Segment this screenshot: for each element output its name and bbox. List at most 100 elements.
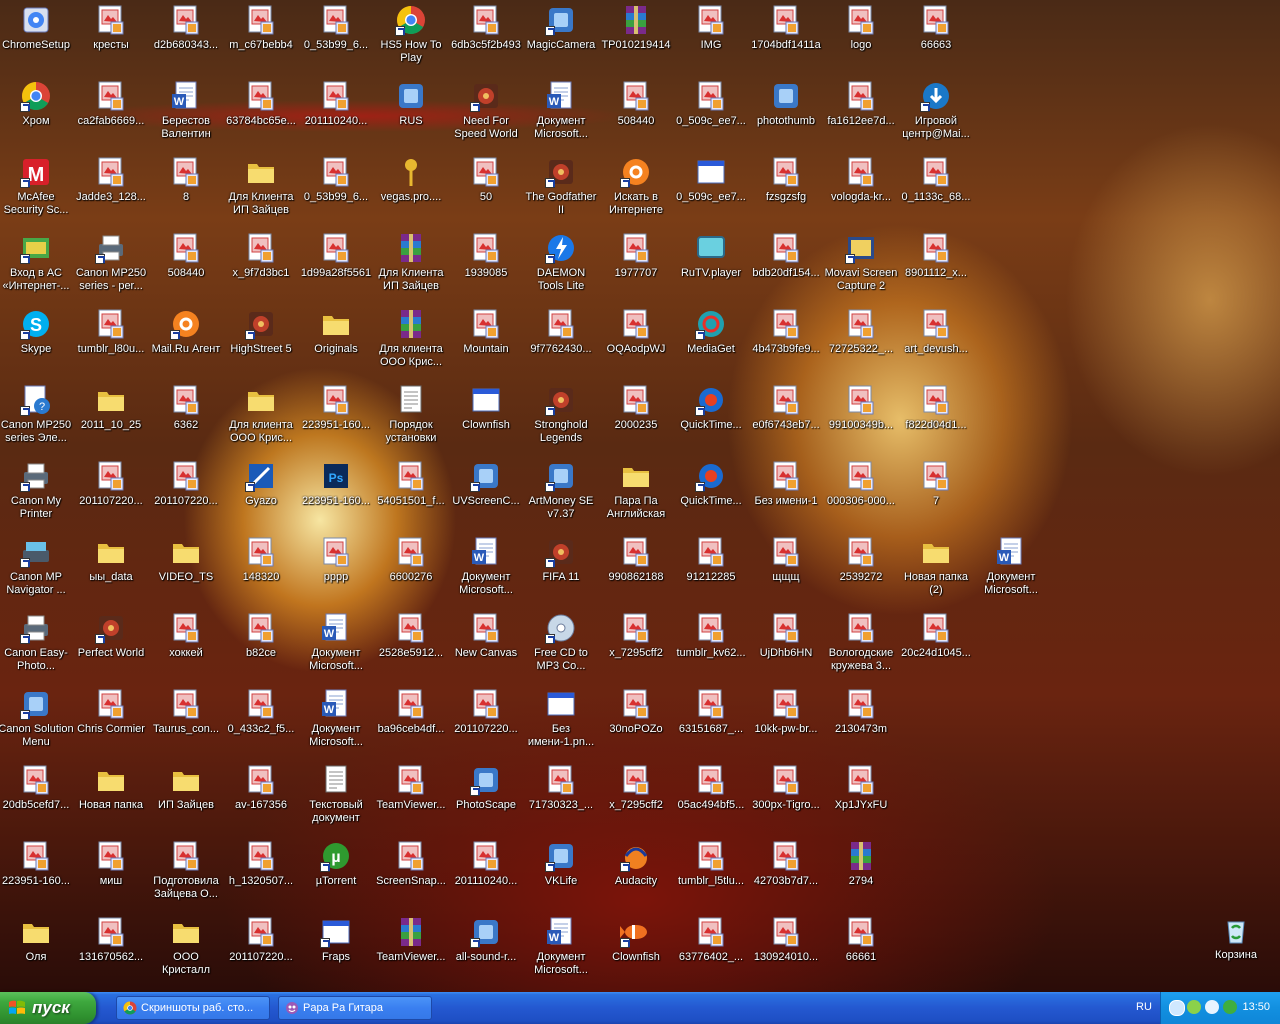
desktop-icon[interactable]: миш bbox=[73, 838, 149, 910]
desktop-icon[interactable]: 20db5cefd7... bbox=[0, 762, 74, 834]
desktop-icon[interactable]: x_9f7d3bc1 bbox=[223, 230, 299, 302]
desktop-icon[interactable]: W Документ Microsoft... bbox=[298, 686, 374, 758]
desktop-icon[interactable]: Вологодские кружева 3... bbox=[823, 610, 899, 682]
desktop-icon[interactable]: ыы_data bbox=[73, 534, 149, 606]
desktop-icon[interactable]: The Godfather II bbox=[523, 154, 599, 226]
desktop-icon[interactable]: Искать в Интернете bbox=[598, 154, 674, 226]
desktop-icon[interactable]: W Документ Microsoft... bbox=[973, 534, 1049, 606]
desktop-icon[interactable]: 201107220... bbox=[148, 458, 224, 530]
desktop-icon[interactable]: HighStreet 5 bbox=[223, 306, 299, 378]
desktop-icon[interactable]: 8901112_x... bbox=[898, 230, 974, 302]
desktop-icon[interactable]: ООО Кристалл bbox=[148, 914, 224, 986]
tray-icon-agent[interactable] bbox=[1223, 1000, 1237, 1014]
desktop-icon[interactable]: 508440 bbox=[598, 78, 674, 150]
desktop-icon[interactable]: 91212285 bbox=[673, 534, 749, 606]
desktop-icon[interactable]: Jadde3_128... bbox=[73, 154, 149, 226]
desktop-icon[interactable]: MediaGet bbox=[673, 306, 749, 378]
desktop-icon[interactable]: 63784bc65e... bbox=[223, 78, 299, 150]
desktop-icon[interactable]: 10kk-pw-br... bbox=[748, 686, 824, 758]
desktop-icon[interactable]: logo bbox=[823, 2, 899, 74]
desktop-icon[interactable]: Stronghold Legends bbox=[523, 382, 599, 454]
desktop-icon[interactable]: 1d99a28f5561 bbox=[298, 230, 374, 302]
desktop-icon[interactable]: Пара Па Английская bbox=[598, 458, 674, 530]
desktop-icon[interactable]: TeamViewer... bbox=[373, 914, 449, 986]
desktop-icon[interactable]: Canon MP Navigator ... bbox=[0, 534, 74, 606]
desktop-icon[interactable]: Free CD to MP3 Co... bbox=[523, 610, 599, 682]
desktop-icon[interactable]: Порядок установки bbox=[373, 382, 449, 454]
desktop[interactable]: ChromeSetup Хром M McAfee Security Sc... Вхо… bbox=[0, 0, 1280, 992]
desktop-icon[interactable]: Текстовый документ bbox=[298, 762, 374, 834]
desktop-icon[interactable]: Clownfish bbox=[598, 914, 674, 986]
desktop-icon[interactable]: 7 bbox=[898, 458, 974, 530]
desktop-icon[interactable]: Новая папка bbox=[73, 762, 149, 834]
desktop-icon[interactable]: Canon My Printer bbox=[0, 458, 74, 530]
desktop-icon[interactable]: 201107220... bbox=[223, 914, 299, 986]
desktop-icon[interactable]: x_7295cff2 bbox=[598, 762, 674, 834]
taskbar-item-chrome[interactable]: Скриншоты раб. сто... bbox=[116, 996, 270, 1020]
desktop-icon[interactable]: Вход в АС «Интернет-... bbox=[0, 230, 74, 302]
desktop-icon[interactable]: Fraps bbox=[298, 914, 374, 986]
desktop-icon[interactable]: 0_53b99_6... bbox=[298, 154, 374, 226]
desktop-icon[interactable]: 201107220... bbox=[73, 458, 149, 530]
desktop-icon[interactable]: Canon Solution Menu bbox=[0, 686, 74, 758]
desktop-icon[interactable]: 6db3c5f2b493 bbox=[448, 2, 524, 74]
desktop-icon[interactable]: 000306-000... bbox=[823, 458, 899, 530]
desktop-icon[interactable]: tumblr_kv62... bbox=[673, 610, 749, 682]
desktop-icon[interactable]: Audacity bbox=[598, 838, 674, 910]
tray-icon-antivirus[interactable] bbox=[1187, 1000, 1201, 1014]
desktop-icon[interactable]: 6600276 bbox=[373, 534, 449, 606]
desktop-icon[interactable]: Canon Easy-Photo... bbox=[0, 610, 74, 682]
desktop-icon[interactable]: h_1320507... bbox=[223, 838, 299, 910]
desktop-icon[interactable]: S Skype bbox=[0, 306, 74, 378]
desktop-icon[interactable]: ? Canon MP250 series Эле... bbox=[0, 382, 74, 454]
desktop-icon[interactable]: PhotoScape bbox=[448, 762, 524, 834]
desktop-icon[interactable]: 223951-160... bbox=[298, 382, 374, 454]
desktop-icon[interactable]: 1939085 bbox=[448, 230, 524, 302]
desktop-icon[interactable]: Movavi Screen Capture 2 bbox=[823, 230, 899, 302]
desktop-icon[interactable]: HS5 How To Play bbox=[373, 2, 449, 74]
desktop-icon[interactable]: 99100349b... bbox=[823, 382, 899, 454]
desktop-icon[interactable]: 72725322_... bbox=[823, 306, 899, 378]
desktop-icon[interactable]: кресты bbox=[73, 2, 149, 74]
desktop-icon[interactable]: 42703b7d7... bbox=[748, 838, 824, 910]
desktop-icon[interactable]: x_7295cff2 bbox=[598, 610, 674, 682]
desktop-icon[interactable]: Для Клиента ИП Зайцев bbox=[373, 230, 449, 302]
desktop-icon[interactable]: ScreenSnap... bbox=[373, 838, 449, 910]
desktop-icon[interactable]: d2b680343... bbox=[148, 2, 224, 74]
desktop-icon[interactable]: av-167356 bbox=[223, 762, 299, 834]
desktop-icon[interactable]: 05ac494bf5... bbox=[673, 762, 749, 834]
desktop-icon[interactable]: RUS bbox=[373, 78, 449, 150]
desktop-icon[interactable]: 0_509c_ee7... bbox=[673, 78, 749, 150]
desktop-icon[interactable]: f822d04d1... bbox=[898, 382, 974, 454]
desktop-icon[interactable]: ba96ceb4df... bbox=[373, 686, 449, 758]
desktop-icon[interactable]: Без имени-1.pn... bbox=[523, 686, 599, 758]
desktop-icon[interactable]: FIFA 11 bbox=[523, 534, 599, 606]
desktop-icon[interactable]: 2130473m bbox=[823, 686, 899, 758]
desktop-icon[interactable]: 9f7762430... bbox=[523, 306, 599, 378]
desktop-icon[interactable]: Perfect World bbox=[73, 610, 149, 682]
desktop-icon[interactable]: fzsgzsfg bbox=[748, 154, 824, 226]
desktop-icon[interactable]: Без имени-1 bbox=[748, 458, 824, 530]
desktop-icon[interactable]: Для Клиента ИП Зайцев bbox=[223, 154, 299, 226]
desktop-icon[interactable]: 1704bdf1411a bbox=[748, 2, 824, 74]
desktop-icon[interactable]: Chris Cormier bbox=[73, 686, 149, 758]
desktop-icon[interactable]: art_devush... bbox=[898, 306, 974, 378]
desktop-icon[interactable]: 4b473b9fe9... bbox=[748, 306, 824, 378]
desktop-icon[interactable]: b82ce bbox=[223, 610, 299, 682]
desktop-icon[interactable]: VIDEO_TS bbox=[148, 534, 224, 606]
desktop-icon[interactable]: vegas.pro.... bbox=[373, 154, 449, 226]
desktop-icon[interactable]: 71730323_... bbox=[523, 762, 599, 834]
desktop-icon[interactable]: e0f6743eb7... bbox=[748, 382, 824, 454]
desktop-icon[interactable]: 508440 bbox=[148, 230, 224, 302]
desktop-icon[interactable]: 66661 bbox=[823, 914, 899, 986]
desktop-icon[interactable]: 20c24d1045... bbox=[898, 610, 974, 682]
desktop-icon[interactable]: tumblr_l80u... bbox=[73, 306, 149, 378]
desktop-icon[interactable]: Для клиента ООО Крис... bbox=[223, 382, 299, 454]
desktop-icon[interactable]: 2000235 bbox=[598, 382, 674, 454]
tray-icon-network[interactable] bbox=[1169, 1000, 1185, 1016]
desktop-icon[interactable]: DAEMON Tools Lite bbox=[523, 230, 599, 302]
desktop-icon[interactable]: 2539272 bbox=[823, 534, 899, 606]
desktop-icon[interactable]: ArtMoney SE v7.37 bbox=[523, 458, 599, 530]
desktop-icon[interactable]: 223951-160... bbox=[0, 838, 74, 910]
desktop-icon[interactable]: 30noPOZo bbox=[598, 686, 674, 758]
